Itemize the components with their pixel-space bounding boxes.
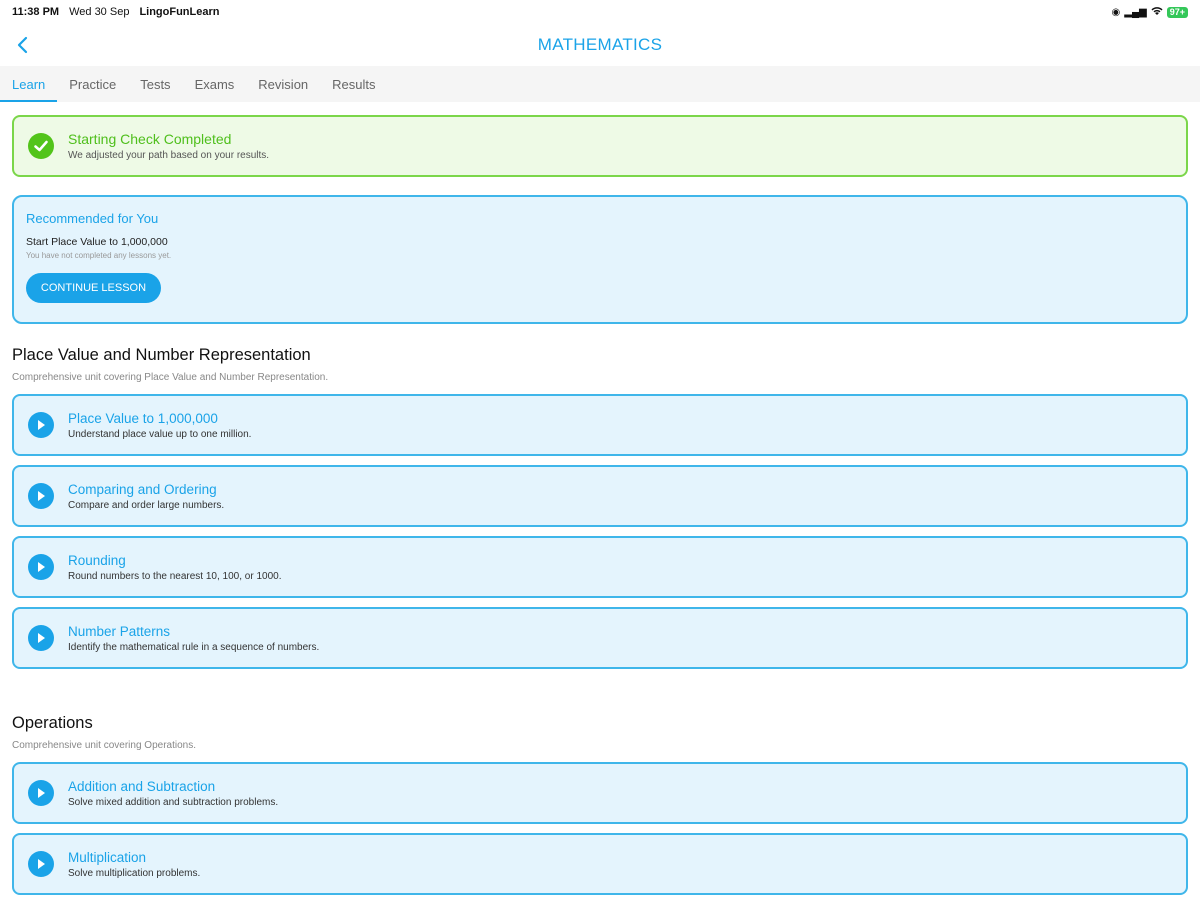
- status-icons: ◉ ▂▄▆ 97+: [1112, 6, 1188, 19]
- nav-bar: MATHEMATICS: [0, 24, 1200, 66]
- banner-title: Starting Check Completed: [68, 131, 232, 147]
- lesson-title: Multiplication: [68, 849, 147, 865]
- lesson-description: Solve mixed addition and subtraction pro…: [68, 796, 279, 808]
- lesson-title: Rounding: [68, 552, 126, 568]
- location-icon: ◉: [1111, 6, 1121, 18]
- lesson-card[interactable]: Multiplication Solve multiplication prob…: [12, 833, 1188, 895]
- recommended-subtitle: Start Place Value to 1,000,000: [26, 236, 168, 248]
- lesson-description: Solve multiplication problems.: [68, 867, 201, 879]
- tab-tests[interactable]: Tests: [128, 66, 182, 102]
- tab-learn[interactable]: Learn: [0, 66, 58, 102]
- lesson-card[interactable]: Addition and Subtraction Solve mixed add…: [12, 762, 1188, 824]
- play-icon: [28, 483, 54, 509]
- recommended-card: Recommended for You Start Place Value to…: [12, 195, 1188, 324]
- lesson-title: Number Patterns: [68, 623, 171, 639]
- lesson-card[interactable]: Place Value to 1,000,000 Understand plac…: [12, 394, 1188, 456]
- unit-subtitle: Comprehensive unit covering Place Value …: [12, 372, 329, 383]
- tab-practice[interactable]: Practice: [57, 66, 128, 102]
- play-icon: [28, 412, 54, 438]
- tab-revision[interactable]: Revision: [246, 66, 320, 102]
- status-time: 11:38 PM: [12, 6, 60, 18]
- lesson-description: Compare and order large numbers.: [68, 499, 225, 511]
- lesson-title: Comparing and Ordering: [68, 481, 217, 497]
- main-content: Starting Check Completed We adjusted you…: [12, 102, 1188, 904]
- page-title: MATHEMATICS: [537, 35, 663, 54]
- recommended-title: Recommended for You: [26, 211, 159, 226]
- lesson-description: Round numbers to the nearest 10, 100, or…: [68, 570, 282, 582]
- play-icon: [28, 625, 54, 651]
- unit-title: Operations: [12, 714, 93, 732]
- recommended-note: You have not completed any lessons yet.: [26, 251, 172, 260]
- lesson-card[interactable]: Number Patterns Identify the mathematica…: [12, 607, 1188, 669]
- tab-bar: Learn Practice Tests Exams Revision Resu…: [0, 66, 1200, 102]
- unit-title: Place Value and Number Representation: [12, 346, 311, 364]
- status-date: Wed 30 Sep: [69, 6, 130, 18]
- continue-lesson-button[interactable]: CONTINUE LESSON: [26, 273, 161, 303]
- status-app-name: LingoFunLearn: [139, 6, 220, 18]
- unit-subtitle: Comprehensive unit covering Operations.: [12, 740, 196, 751]
- status-bar: 11:38 PM Wed 30 Sep LingoFunLearn ◉ ▂▄▆ …: [0, 0, 1200, 24]
- lesson-card[interactable]: Rounding Round numbers to the nearest 10…: [12, 536, 1188, 598]
- tab-results[interactable]: Results: [320, 66, 387, 102]
- chevron-left-icon: [17, 36, 28, 54]
- check-circle-icon: [28, 133, 54, 159]
- banner-text: We adjusted your path based on your resu…: [68, 150, 270, 161]
- lesson-card[interactable]: Comparing and Ordering Compare and order…: [12, 465, 1188, 527]
- lesson-description: Understand place value up to one million…: [68, 428, 252, 440]
- play-icon: [28, 554, 54, 580]
- unit-spacer: [12, 678, 1188, 694]
- play-icon: [28, 851, 54, 877]
- wifi-icon: [1151, 6, 1163, 19]
- lesson-title: Place Value to 1,000,000: [68, 410, 218, 426]
- signal-icon: ▂▄▆: [1124, 6, 1147, 18]
- back-button[interactable]: [14, 34, 34, 56]
- lesson-title: Addition and Subtraction: [68, 778, 216, 794]
- tab-exams[interactable]: Exams: [183, 66, 247, 102]
- battery-icon: 97+: [1166, 6, 1188, 18]
- starting-check-banner: Starting Check Completed We adjusted you…: [12, 115, 1188, 177]
- lesson-description: Identify the mathematical rule in a sequ…: [68, 641, 320, 653]
- play-icon: [28, 780, 54, 806]
